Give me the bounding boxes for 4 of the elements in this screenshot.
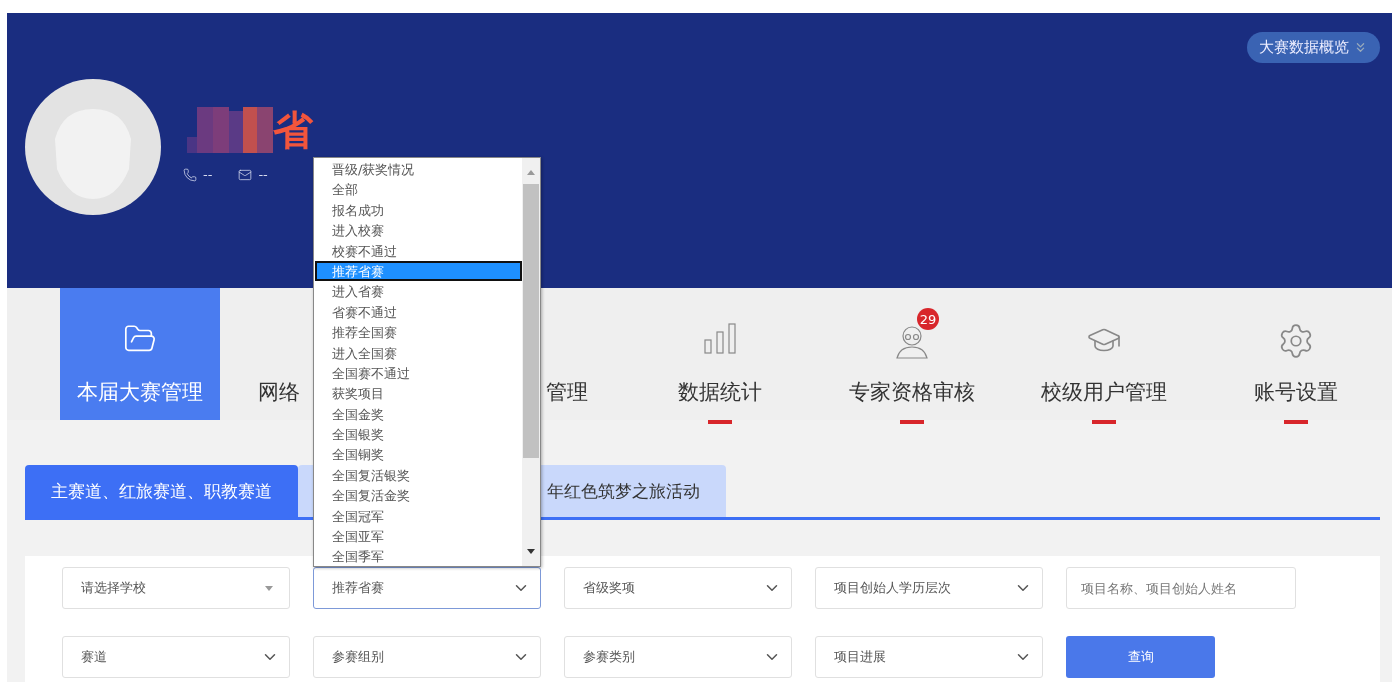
email-value: --	[258, 167, 268, 182]
notification-badge: 29	[917, 308, 939, 330]
phone-value: --	[203, 167, 213, 182]
province-name: 省	[273, 106, 313, 155]
